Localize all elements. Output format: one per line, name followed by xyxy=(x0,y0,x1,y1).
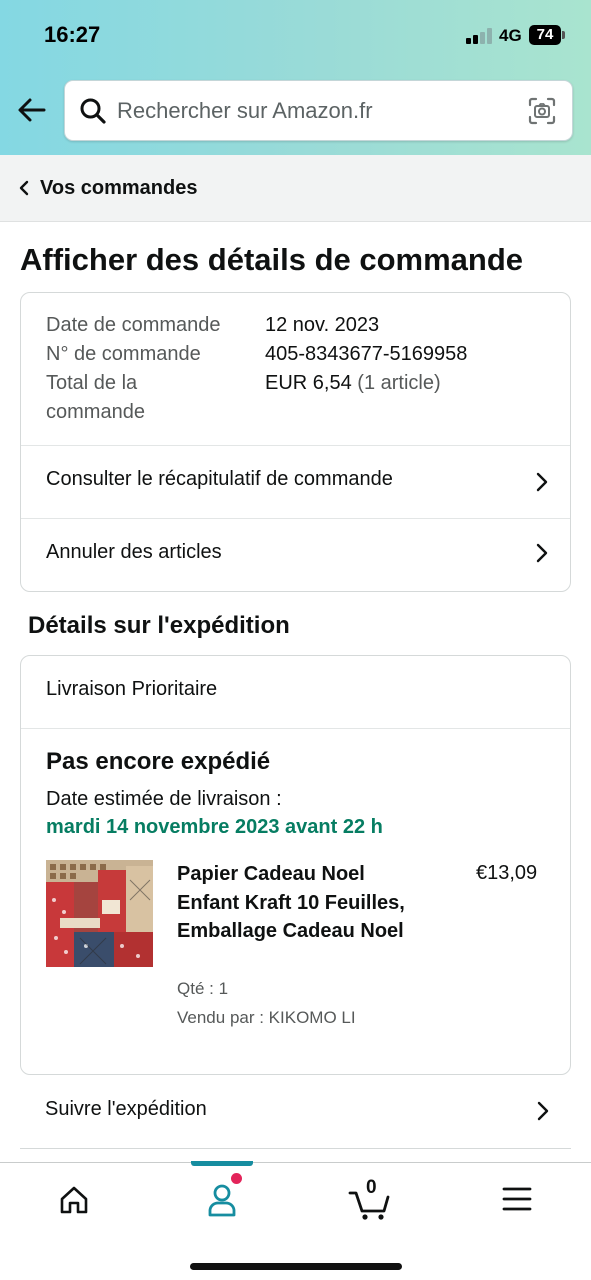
account-icon[interactable] xyxy=(192,1177,252,1221)
status-time: 16:27 xyxy=(44,22,101,47)
search-input[interactable] xyxy=(117,93,517,129)
order-number-value: 405-8343677-5169958 xyxy=(265,343,468,365)
order-summary-card: Date de commande 12 nov. 2023 N° de comm… xyxy=(20,292,571,592)
product-image[interactable] xyxy=(46,860,153,967)
delivery-type: Livraison Prioritaire xyxy=(46,678,218,700)
cancel-items-row[interactable]: Annuler des articles xyxy=(21,519,570,591)
order-number-label: N° de commande xyxy=(46,343,201,365)
order-total-amount: EUR 6,54 xyxy=(265,372,352,394)
notification-dot xyxy=(231,1173,242,1184)
network-label: 4G xyxy=(499,26,522,45)
chevron-right-icon xyxy=(536,543,548,563)
order-date-value: 12 nov. 2023 xyxy=(265,314,380,336)
product-quantity: Qté : 1 xyxy=(177,979,229,998)
order-total-value: EUR 6,54 (1 article) xyxy=(265,369,441,398)
chevron-right-icon xyxy=(536,472,548,492)
breadcrumb[interactable]: Vos commandes xyxy=(0,155,591,222)
page-title: Afficher des détails de commande xyxy=(20,242,524,277)
chevron-left-icon xyxy=(19,180,29,196)
chevron-right-icon xyxy=(537,1101,549,1121)
divider xyxy=(21,728,570,729)
order-date-label: Date de commande xyxy=(46,314,221,336)
product-title[interactable]: Papier Cadeau Noel Enfant Kraft 10 Feuil… xyxy=(177,860,407,946)
bottom-navigation: 0 xyxy=(0,1161,591,1280)
home-icon[interactable] xyxy=(44,1177,104,1221)
top-header: 16:27 4G 74 xyxy=(0,0,591,155)
product-price: €13,09 xyxy=(476,862,538,884)
product-seller: Vendu par : KIKOMO LI xyxy=(177,1008,356,1027)
cart-count: 0 xyxy=(366,1177,377,1198)
home-indicator xyxy=(190,1263,402,1270)
track-shipment-label[interactable]: Suivre l'expédition xyxy=(45,1098,207,1121)
order-item-count: (1 article) xyxy=(357,372,441,394)
battery-tip xyxy=(562,31,565,39)
view-order-summary-row[interactable]: Consulter le récapitulatif de commande xyxy=(21,446,570,518)
signal-icon xyxy=(466,28,494,44)
shipment-card: Livraison Prioritaire Pas encore expédié… xyxy=(20,655,571,1075)
camera-scan-icon[interactable] xyxy=(527,96,557,126)
active-tab-indicator xyxy=(191,1161,253,1166)
view-order-summary-label[interactable]: Consulter le récapitulatif de commande xyxy=(46,468,393,491)
estimated-delivery-date: mardi 14 novembre 2023 avant 22 h xyxy=(46,816,383,838)
search-icon xyxy=(80,98,106,124)
shipment-status: Pas encore expédié xyxy=(46,748,271,775)
cancel-items-label[interactable]: Annuler des articles xyxy=(46,541,222,564)
breadcrumb-label[interactable]: Vos commandes xyxy=(40,177,197,200)
order-total-label: Total de la commande xyxy=(46,372,145,423)
estimated-delivery-label: Date estimée de livraison : xyxy=(46,788,282,810)
menu-icon[interactable] xyxy=(487,1177,547,1221)
search-bar[interactable] xyxy=(64,80,573,141)
shipment-section-title: Détails sur l'expédition xyxy=(28,612,290,639)
battery-icon: 74 xyxy=(529,25,561,45)
track-shipment-row[interactable]: Suivre l'expédition xyxy=(20,1076,571,1149)
back-arrow-icon[interactable] xyxy=(16,94,48,126)
